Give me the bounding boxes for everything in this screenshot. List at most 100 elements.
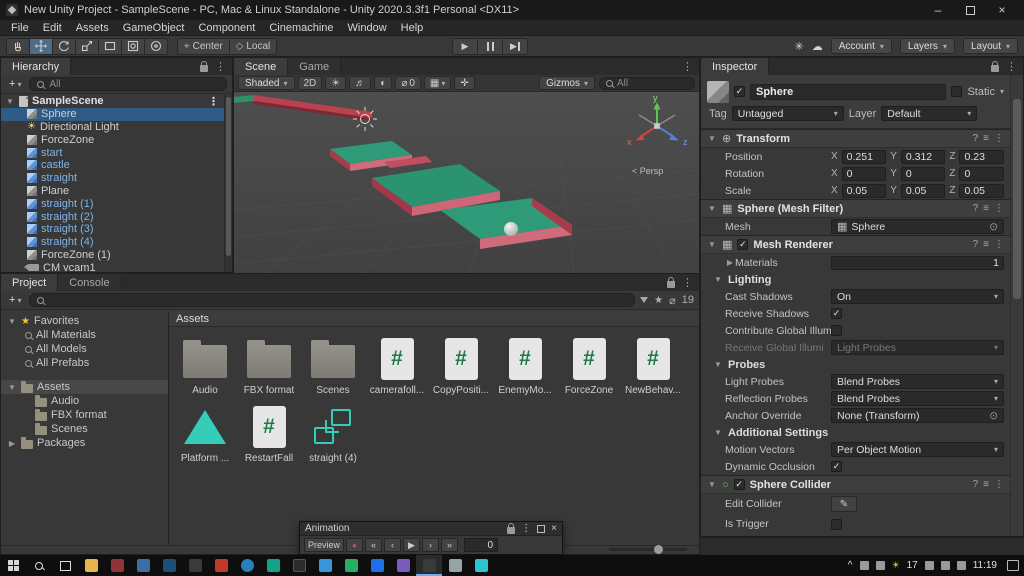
transform-tool-button[interactable] <box>121 38 145 55</box>
lock-icon[interactable] <box>200 65 208 72</box>
step-button[interactable]: ▶ <box>502 38 528 55</box>
perspective-label[interactable]: < Persp <box>632 166 663 176</box>
scale-x-field[interactable]: 0.05 <box>842 184 887 198</box>
contribute-gi-checkbox[interactable] <box>831 325 842 336</box>
go-to-start-button[interactable]: « <box>365 538 382 552</box>
foldout-open-icon[interactable]: ▼ <box>707 134 717 143</box>
space-toggle-button[interactable]: ◇Local <box>229 38 278 55</box>
layers-dropdown[interactable]: Layers▾ <box>900 38 955 54</box>
menu-gameobject[interactable]: GameObject <box>116 22 192 34</box>
tray-icon[interactable] <box>860 561 869 570</box>
menu-icon[interactable]: ⋮ <box>994 203 1004 214</box>
scene-effects-dropdown[interactable]: ◐ <box>374 76 392 90</box>
play-button[interactable]: ▶ <box>452 38 478 55</box>
start-button[interactable] <box>0 555 26 576</box>
tab-console[interactable]: Console <box>58 274 121 291</box>
taskbar-app-4[interactable] <box>156 555 182 576</box>
sphere-object[interactable] <box>504 222 518 236</box>
animation-titlebar[interactable]: Animation ⋮ × <box>300 522 562 536</box>
transform-header[interactable]: ▼ ⊕ Transform ? ≡ ⋮ <box>701 130 1010 148</box>
motion-vectors-dropdown[interactable]: Per Object Motion▾ <box>831 442 1004 457</box>
hierarchy-scrollbar[interactable] <box>224 95 232 272</box>
volume-icon[interactable] <box>941 561 950 570</box>
help-icon[interactable]: ? <box>973 479 979 490</box>
next-key-button[interactable]: › <box>422 538 439 552</box>
favorite-all-models[interactable]: All Models <box>1 342 168 356</box>
layer-dropdown[interactable]: Default▾ <box>881 106 977 121</box>
pause-button[interactable] <box>477 38 503 55</box>
foldout-open-icon[interactable]: ▼ <box>7 383 17 392</box>
hierarchy-item-start[interactable]: start <box>1 146 224 159</box>
hand-tool-button[interactable] <box>6 38 30 55</box>
materials-count-field[interactable]: 1 <box>831 256 1004 270</box>
previous-key-button[interactable]: ‹ <box>384 538 401 552</box>
minimize-button[interactable]: – <box>922 1 954 19</box>
play-animation-button[interactable]: ▶ <box>403 538 420 552</box>
static-dropdown-icon[interactable]: ▾ <box>1000 87 1004 96</box>
taskbar-app-6[interactable] <box>208 555 234 576</box>
collider-enabled-checkbox[interactable]: ✓ <box>734 479 745 490</box>
taskbar-app-2[interactable] <box>104 555 130 576</box>
2d-toggle[interactable]: 2D <box>298 76 323 90</box>
menu-file[interactable]: File <box>4 22 36 34</box>
menu-icon[interactable]: ⋮ <box>521 523 531 534</box>
tray-expand-icon[interactable]: ^ <box>848 560 853 571</box>
tab-project[interactable]: Project <box>1 274 58 291</box>
record-button[interactable]: ● <box>346 538 363 552</box>
scene-lighting-toggle[interactable]: ☀ <box>325 76 346 90</box>
audio-folder-row[interactable]: Audio <box>1 394 168 408</box>
cloud-icon[interactable]: ☁ <box>812 40 823 53</box>
preset-icon[interactable]: ≡ <box>983 203 989 214</box>
foldout-open-icon[interactable]: ▼ <box>5 97 15 106</box>
custom-tool-button[interactable] <box>144 38 168 55</box>
gizmos-dropdown[interactable]: Gizmos▾ <box>539 76 595 90</box>
tab-hierarchy[interactable]: Hierarchy <box>1 58 71 75</box>
asset-tile-enemymove[interactable]: EnemyMo... <box>493 332 557 396</box>
inspector-scrollbar[interactable] <box>1010 75 1023 536</box>
close-icon[interactable]: × <box>551 523 557 534</box>
tray-icon[interactable] <box>876 561 885 570</box>
taskbar-app-14[interactable] <box>442 555 468 576</box>
tab-scene[interactable]: Scene <box>234 58 288 75</box>
slider-thumb[interactable] <box>654 545 663 554</box>
hierarchy-item-straight-2[interactable]: straight (2) <box>1 210 224 223</box>
foldout-open-icon[interactable]: ▼ <box>7 317 17 326</box>
rotate-tool-button[interactable] <box>52 38 76 55</box>
cast-shadows-dropdown[interactable]: On▾ <box>831 289 1004 304</box>
rect-tool-button[interactable] <box>98 38 122 55</box>
move-tool-button[interactable] <box>29 38 53 55</box>
asset-tile-audio[interactable]: Audio <box>173 332 237 396</box>
packages-row[interactable]: ▶Packages <box>1 436 168 450</box>
menu-component[interactable]: Component <box>191 22 262 34</box>
hierarchy-item-castle[interactable]: castle <box>1 159 224 172</box>
mesh-renderer-header[interactable]: ▼ ▦ ✓ Mesh Renderer ? ≡ ⋮ <box>701 236 1010 254</box>
help-icon[interactable]: ? <box>973 133 979 144</box>
create-button[interactable]: +▾ <box>6 78 24 90</box>
rotation-y-field[interactable]: 0 <box>901 167 946 181</box>
foldout-closed-icon[interactable]: ▶ <box>725 258 735 267</box>
taskbar-app-10[interactable] <box>312 555 338 576</box>
menu-help[interactable]: Help <box>394 22 431 34</box>
preset-icon[interactable]: ≡ <box>983 479 989 490</box>
menu-icon[interactable]: ⋮ <box>994 479 1004 490</box>
hidden-objects-toggle[interactable]: ⌀0 <box>395 76 421 90</box>
float-window-icon[interactable] <box>537 525 545 533</box>
favorite-all-materials[interactable]: All Materials <box>1 328 168 342</box>
hierarchy-search-input[interactable]: All <box>29 77 227 91</box>
light-probes-dropdown[interactable]: Blend Probes▾ <box>831 374 1004 389</box>
menu-icon[interactable]: ⋮ <box>215 60 226 73</box>
taskbar-app-15[interactable] <box>468 555 494 576</box>
search-by-type-icon[interactable] <box>640 297 648 307</box>
collab-icon[interactable]: ✳ <box>795 40 804 53</box>
maximize-button[interactable] <box>954 1 986 19</box>
hierarchy-item-cm-vcam1[interactable]: CM vcam1 <box>1 261 224 272</box>
rotation-x-field[interactable]: 0 <box>842 167 887 181</box>
scale-z-field[interactable]: 0.05 <box>959 184 1004 198</box>
fbx-folder-row[interactable]: FBX format <box>1 408 168 422</box>
menu-icon[interactable]: ⋮ <box>1006 60 1017 73</box>
menu-icon[interactable]: ⋮ <box>682 60 693 73</box>
renderer-enabled-checkbox[interactable]: ✓ <box>737 239 748 250</box>
static-checkbox[interactable] <box>951 86 962 97</box>
create-asset-button[interactable]: +▾ <box>6 294 24 306</box>
asset-tile-scenes[interactable]: Scenes <box>301 332 365 396</box>
